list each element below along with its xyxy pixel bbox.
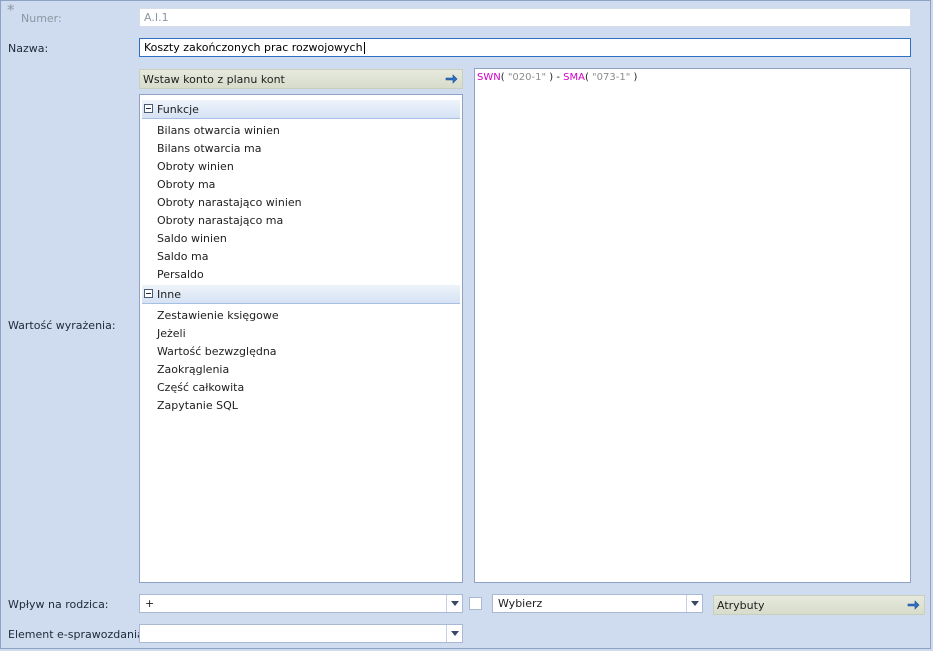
tree-item[interactable]: Persaldo: [157, 268, 204, 281]
expression-function: SWN: [477, 72, 501, 83]
function-tree: Funkcje Bilans otwarcia winien Bilans ot…: [139, 94, 463, 583]
atrybuty-button[interactable]: Atrybuty: [713, 595, 925, 615]
text-caret: [363, 42, 365, 54]
tree-item[interactable]: Bilans otwarcia ma: [157, 142, 261, 155]
expression-token: (: [500, 72, 508, 83]
tree-item[interactable]: Wartość bezwzględna: [157, 345, 277, 358]
tree-item[interactable]: Obroty narastająco ma: [157, 214, 283, 227]
element-select[interactable]: [139, 624, 463, 643]
chevron-down-icon[interactable]: [446, 625, 462, 642]
wybierz-select[interactable]: Wybierz: [492, 594, 703, 613]
tree-item[interactable]: Bilans otwarcia winien: [157, 124, 280, 137]
nazwa-value: Koszty zakończonych prac rozwojowych: [144, 41, 363, 54]
arrow-right-icon: [445, 74, 458, 84]
collapse-icon[interactable]: [144, 289, 153, 298]
group-label: Inne: [157, 288, 181, 301]
expression-function: SMA: [563, 72, 585, 83]
wybierz-value: Wybierz: [498, 597, 543, 610]
nazwa-label: Nazwa:: [8, 42, 49, 55]
arrow-right-icon: [907, 600, 920, 610]
tree-item[interactable]: Obroty winien: [157, 160, 234, 173]
collapse-icon[interactable]: [144, 104, 153, 113]
atrybuty-label: Atrybuty: [717, 599, 765, 612]
element-label: Element e-sprawozdania: [8, 628, 144, 641]
insert-account-button[interactable]: Wstaw konto z planu kont: [139, 69, 463, 89]
wplyw-select[interactable]: +: [139, 594, 463, 613]
numer-field: A.I.1: [139, 8, 911, 27]
nazwa-field[interactable]: Koszty zakończonych prac rozwojowych: [139, 38, 911, 57]
tree-item[interactable]: Jeżeli: [157, 327, 186, 340]
expression-token: (: [584, 72, 593, 83]
required-icon: *: [7, 1, 15, 19]
group-inne[interactable]: Inne: [142, 285, 460, 304]
numer-value: A.I.1: [144, 11, 169, 24]
expression-string: "073-1": [592, 72, 631, 83]
group-label: Funkcje: [157, 103, 199, 116]
expression-string: "020-1": [507, 72, 547, 83]
tree-item[interactable]: Saldo winien: [157, 232, 227, 245]
chevron-down-icon[interactable]: [686, 595, 702, 612]
wplyw-label: Wpływ na rodzica:: [8, 598, 109, 611]
expression-editor[interactable]: SWN( "020-1" ) - SMA( "073-1" ): [474, 68, 911, 583]
expression-token: ) -: [546, 72, 564, 83]
numer-label: Numer:: [21, 12, 62, 25]
chevron-down-icon[interactable]: [446, 595, 462, 612]
tree-item[interactable]: Zestawienie księgowe: [157, 309, 279, 322]
tree-item[interactable]: Zaokrąglenia: [157, 363, 229, 376]
wplyw-value: +: [145, 597, 155, 610]
wybierz-checkbox[interactable]: [469, 597, 482, 610]
tree-item[interactable]: Zapytanie SQL: [157, 399, 238, 412]
tree-item[interactable]: Saldo ma: [157, 250, 208, 263]
expression-token: ): [630, 72, 638, 83]
insert-account-label: Wstaw konto z planu kont: [143, 73, 285, 86]
tree-item[interactable]: Obroty narastająco winien: [157, 196, 302, 209]
wartosc-label: Wartość wyrażenia:: [8, 319, 116, 332]
tree-item[interactable]: Obroty ma: [157, 178, 215, 191]
group-funkcje[interactable]: Funkcje: [142, 100, 460, 119]
tree-item[interactable]: Część całkowita: [157, 381, 244, 394]
